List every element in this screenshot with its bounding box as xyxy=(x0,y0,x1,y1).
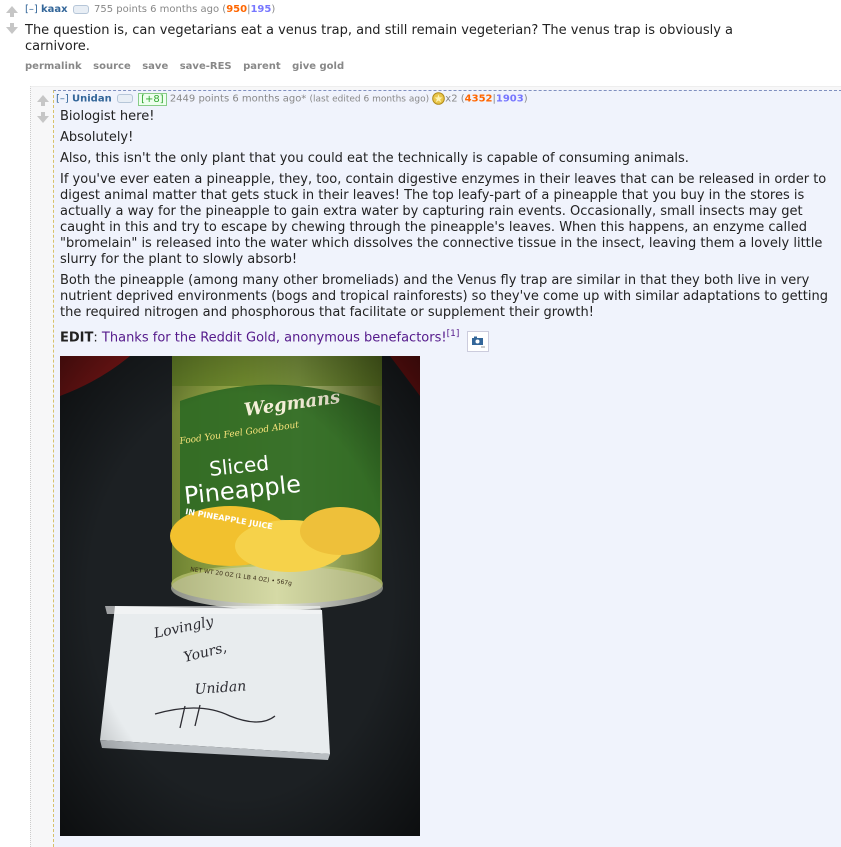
author-link[interactable]: kaax xyxy=(41,4,68,15)
paragraph: Also, this isn't the only plant that you… xyxy=(60,151,689,166)
parent-button[interactable]: parent xyxy=(243,61,281,72)
comment-tagline: [–] kaax 755 points 6 months ago (950|19… xyxy=(25,4,276,15)
gold-thanks-text: Thanks for the Reddit Gold, anonymous be… xyxy=(101,330,447,346)
collapse-toggle[interactable]: [–] xyxy=(25,4,38,15)
image-expando-icon[interactable] xyxy=(467,331,490,353)
give-gold-button[interactable]: give gold xyxy=(292,61,344,72)
tag-user-icon[interactable] xyxy=(72,4,89,14)
edited-text: (last edited 6 months ago) xyxy=(309,94,430,105)
upvote-count: 4352 xyxy=(464,93,493,105)
paragraph: If you've ever eaten a pineapple, they, … xyxy=(60,172,827,267)
photo-pineapple-can: Wegmans Food You Feel Good About Sliced … xyxy=(60,356,420,836)
downvote-count: 195 xyxy=(250,4,272,15)
score-text: 755 points 6 months ago xyxy=(93,4,220,15)
edit-label: EDIT xyxy=(60,330,94,346)
gilded-count: x2 xyxy=(445,93,458,105)
expanded-image[interactable]: Wegmans Food You Feel Good About Sliced … xyxy=(60,356,420,836)
downvote-arrow-icon[interactable] xyxy=(37,112,49,123)
upvote-arrow-icon[interactable] xyxy=(37,95,49,106)
tag-user-icon[interactable] xyxy=(116,94,133,103)
save-button[interactable]: save xyxy=(142,61,168,72)
vote-weight-badge: [+8] xyxy=(138,92,167,106)
comment-body: The question is, can vegetarians eat a v… xyxy=(25,23,734,54)
downvote-arrow-icon[interactable] xyxy=(6,23,18,34)
comment-tagline: [–] Unidan [+8] 2449 points 6 months ago… xyxy=(56,92,528,106)
author-link[interactable]: Unidan xyxy=(72,94,112,105)
source-button[interactable]: source xyxy=(93,61,131,72)
downvote-count: 1903 xyxy=(495,93,524,105)
paragraph: Biologist here! xyxy=(60,109,155,124)
footnote-link[interactable]: [1] xyxy=(447,329,460,339)
collapse-toggle[interactable]: [–] xyxy=(56,94,69,105)
upvote-count: 950 xyxy=(226,4,248,15)
score-text: 2449 points 6 months ago* xyxy=(169,93,307,105)
save-res-button[interactable]: save-RES xyxy=(180,61,232,72)
comment-body: Biologist here! Absolutely! Also, this i… xyxy=(60,109,840,353)
edit-note: EDIT: Thanks for the Reddit Gold, anonym… xyxy=(60,326,840,353)
gold-icon xyxy=(432,92,446,105)
permalink-button[interactable]: permalink xyxy=(25,61,82,72)
camera-icon xyxy=(472,336,486,348)
upvote-arrow-icon[interactable] xyxy=(6,6,18,17)
comment-buttons: permalink source save save-RES parent gi… xyxy=(25,61,352,72)
paragraph: Both the pineapple (among many other bro… xyxy=(60,273,828,320)
paragraph: Absolutely! xyxy=(60,130,134,145)
